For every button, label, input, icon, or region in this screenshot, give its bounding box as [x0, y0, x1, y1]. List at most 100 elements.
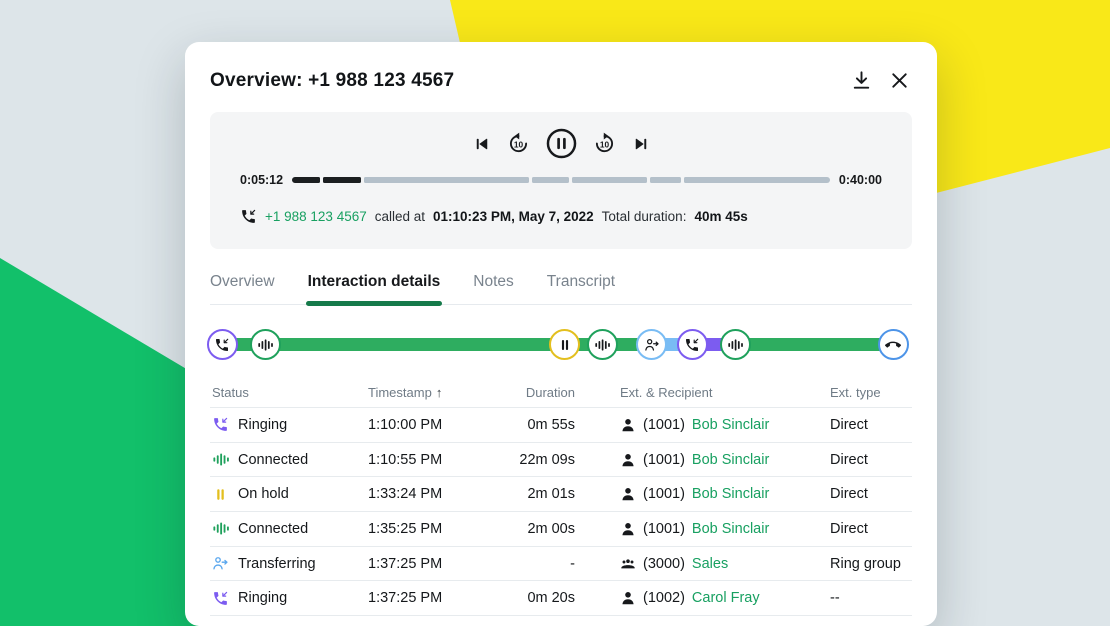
- ext-recipient-cell: (1001)Bob Sinclair: [620, 521, 830, 537]
- timestamp-cell: 1:10:55 PM: [368, 452, 510, 468]
- header-actions: [850, 69, 911, 92]
- sort-ascending-icon: ↑: [436, 385, 443, 400]
- status-cell: Transferring: [210, 555, 368, 572]
- recipient-link[interactable]: Bob Sinclair: [692, 417, 769, 433]
- status-text: Connected: [238, 521, 308, 537]
- ext-type-cell: Direct: [830, 486, 912, 502]
- column-duration: Duration: [510, 385, 575, 400]
- tab-bar: Overview Interaction details Notes Trans…: [210, 273, 912, 305]
- timeline-marker-ringing[interactable]: [207, 329, 238, 360]
- phone-incoming-icon: [240, 208, 257, 225]
- recipient-link[interactable]: Bob Sinclair: [692, 486, 769, 502]
- progress-bar[interactable]: [292, 177, 830, 183]
- modal-header: Overview: +1 988 123 4567: [185, 42, 937, 92]
- person-icon: [620, 452, 636, 468]
- ext-recipient-cell: (1002) Carol Fray: [620, 590, 830, 606]
- table-row: Connected1:35:25 PM2m 00s(1001)Bob Sincl…: [210, 512, 912, 547]
- waveform-icon: [212, 451, 229, 468]
- table-row: Connected 1:10:55 PM22m 09s (1001)Bob Sinc…: [210, 443, 912, 478]
- ext-type-cell: Direct: [830, 452, 912, 468]
- progress-row: 0:05:12 0:40:00: [240, 173, 882, 187]
- person-icon: [620, 486, 636, 502]
- tab-interaction-details[interactable]: Interaction details: [308, 273, 441, 304]
- recipient-link[interactable]: Carol Fray: [692, 590, 760, 606]
- timeline-marker-connected[interactable]: [720, 329, 751, 360]
- ext-recipient-cell: (1001)Bob Sinclair: [620, 452, 830, 468]
- phone-incoming-icon: [212, 416, 229, 433]
- extension: (1002): [643, 590, 685, 606]
- progress-segment: [532, 177, 568, 183]
- status-text: Ringing: [238, 417, 287, 433]
- timeline-marker-connected[interactable]: [250, 329, 281, 360]
- column-status: Status: [210, 385, 368, 400]
- duration-cell: 2m 01s: [510, 486, 575, 502]
- timestamp-cell: 1:33:24 PM: [368, 486, 510, 502]
- duration-cell: 22m 09s: [510, 452, 575, 468]
- forward-10-button[interactable]: 10: [592, 131, 617, 156]
- person-icon: [620, 590, 636, 606]
- tab-transcript[interactable]: Transcript: [547, 273, 615, 304]
- extension: (1001): [643, 417, 685, 433]
- timestamp-cell: 1:10:00 PM: [368, 417, 510, 433]
- recipient-link[interactable]: Bob Sinclair: [692, 452, 769, 468]
- group-icon: [620, 556, 636, 572]
- ext-recipient-cell: (1001) Bob Sinclair: [620, 417, 830, 433]
- tab-notes[interactable]: Notes: [473, 273, 514, 304]
- call-end-icon: [885, 337, 901, 353]
- column-ext-type: Ext. type: [830, 385, 912, 400]
- waveform-icon: [594, 337, 610, 353]
- table-row: Ringing 1:10:00 PM0m 55s (1001) Bob Sinclai…: [210, 408, 912, 443]
- call-info: +1 988 123 4567 called at 01:10:23 PM, M…: [240, 208, 882, 225]
- audio-player: 10 10 0:05:12 0:40:00 +1 988 123 4567 cal…: [210, 112, 912, 249]
- close-button[interactable]: [888, 69, 911, 92]
- call-overview-modal: Overview: +1 988 123 4567 10 10 0:05:12 0…: [185, 42, 937, 626]
- timestamp-cell: 1:37:25 PM: [368, 590, 510, 606]
- download-button[interactable]: [850, 69, 873, 92]
- progress-segment-played: [323, 177, 361, 183]
- status-text: On hold: [238, 486, 289, 502]
- timestamp-cell: 1:35:25 PM: [368, 521, 510, 537]
- next-button[interactable]: [632, 135, 650, 153]
- waveform-icon: [257, 337, 273, 353]
- phone-incoming-icon: [212, 590, 229, 607]
- recipient-link[interactable]: Bob Sinclair: [692, 521, 769, 537]
- extension: (3000): [643, 556, 685, 572]
- status-cell: Connected: [210, 520, 368, 537]
- timeline-marker-connected[interactable]: [587, 329, 618, 360]
- previous-button[interactable]: [473, 135, 491, 153]
- table-row: On hold 1:33:24 PM2m 01s (1001)Bob Sinclai…: [210, 477, 912, 512]
- pause-button[interactable]: [546, 128, 577, 159]
- svg-text:10: 10: [599, 139, 609, 149]
- duration-cell: 0m 20s: [510, 590, 575, 606]
- person-icon: [620, 417, 636, 433]
- recipient-link[interactable]: Sales: [692, 556, 728, 572]
- column-ext-recipient: Ext. & Recipient: [620, 385, 830, 400]
- ext-recipient-cell: (1001)Bob Sinclair: [620, 486, 830, 502]
- tab-overview[interactable]: Overview: [210, 273, 275, 304]
- progress-segment: [650, 177, 682, 183]
- pause-icon: [212, 486, 229, 503]
- table-header: Status Timestamp↑ Duration Ext. & Recipi…: [210, 378, 912, 408]
- phone-incoming-icon: [684, 337, 700, 353]
- status-text: Connected: [238, 452, 308, 468]
- timeline-marker-call-ended[interactable]: [878, 329, 909, 360]
- interaction-table: Status Timestamp↑ Duration Ext. & Recipi…: [210, 378, 912, 616]
- ext-type-cell: --: [830, 590, 912, 606]
- caller-number-link[interactable]: +1 988 123 4567: [265, 209, 367, 224]
- timeline-marker-ringing[interactable]: [677, 329, 708, 360]
- column-timestamp[interactable]: Timestamp↑: [368, 385, 510, 400]
- timeline-segment: [735, 338, 893, 351]
- timeline-marker-on-hold[interactable]: [549, 329, 580, 360]
- phone-incoming-icon: [214, 337, 230, 353]
- waveform-icon: [727, 337, 743, 353]
- modal-title: Overview: +1 988 123 4567: [210, 70, 454, 92]
- ext-type-cell: Direct: [830, 417, 912, 433]
- status-text: Transferring: [238, 556, 316, 572]
- person-arrow-icon: [212, 555, 229, 572]
- rewind-10-button[interactable]: 10: [506, 131, 531, 156]
- current-time: 0:05:12: [240, 173, 283, 187]
- duration-cell: 0m 55s: [510, 417, 575, 433]
- ext-type-cell: Ring group: [830, 556, 912, 572]
- timeline-marker-transferring[interactable]: [636, 329, 667, 360]
- duration-cell: -: [510, 556, 575, 572]
